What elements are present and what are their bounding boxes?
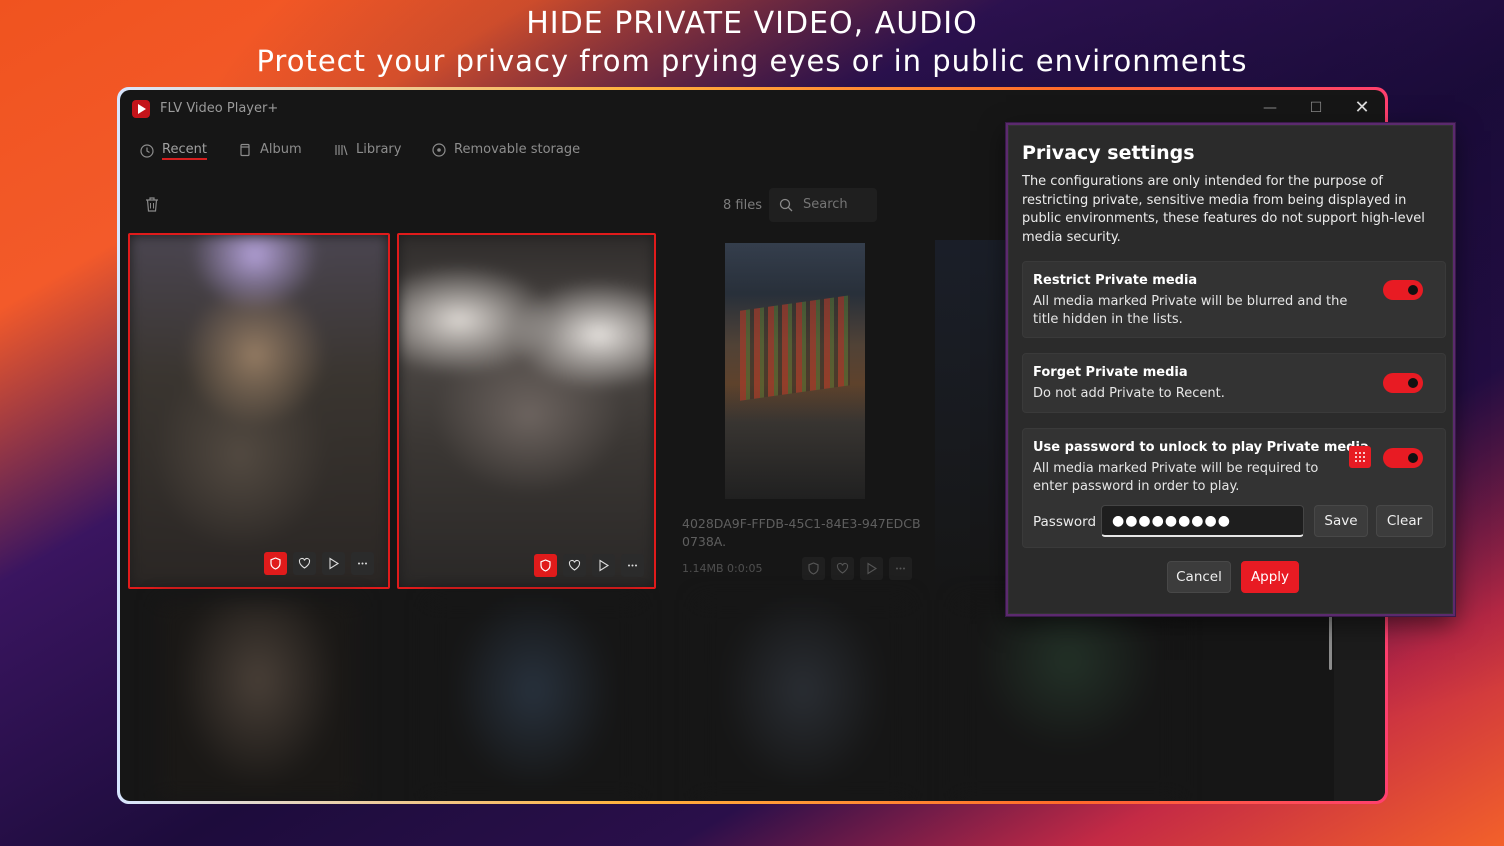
apply-button[interactable]: Apply [1241, 561, 1299, 593]
section-heading: Use password to unlock to play Private m… [1033, 440, 1369, 455]
media-size: 1.14MB [682, 562, 724, 575]
play-button[interactable] [322, 552, 345, 575]
favorite-button[interactable] [563, 554, 586, 577]
tab-recent-label: Recent [162, 142, 207, 160]
banner-title: HIDE PRIVATE VIDEO, AUDIO [526, 6, 978, 41]
search-icon [779, 198, 793, 212]
tab-removable-storage-label: Removable storage [454, 142, 581, 157]
play-button[interactable] [860, 557, 883, 580]
tab-album[interactable]: Album [238, 142, 302, 157]
password-label: Password [1033, 514, 1097, 530]
media-card-blurred[interactable] [698, 600, 908, 800]
private-shield-button[interactable] [802, 557, 825, 580]
more-button[interactable] [889, 557, 912, 580]
clear-button[interactable]: Clear [1376, 505, 1433, 537]
app-logo-icon [132, 100, 150, 118]
tab-library[interactable]: Library [334, 142, 401, 157]
password-section: Use password to unlock to play Private m… [1022, 428, 1446, 548]
media-card-blurred[interactable] [958, 600, 1178, 800]
app-title: FLV Video Player+ [160, 101, 279, 116]
media-title: 4028DA9F-FFDB-45C1-84E3-947EDCB0738A. [682, 516, 921, 549]
more-button[interactable] [351, 552, 374, 575]
privacy-settings-dialog: Privacy settings The configurations are … [1006, 123, 1455, 616]
tab-library-label: Library [356, 142, 402, 157]
section-heading: Restrict Private media [1033, 273, 1198, 288]
banner-subtitle: Protect your privacy from prying eyes or… [256, 44, 1248, 78]
search-input[interactable] [803, 197, 873, 212]
media-meta: 1.14MB 0:0:05 [682, 562, 762, 575]
save-button[interactable]: Save [1314, 505, 1368, 537]
section-description: Do not add Private to Recent. [1033, 386, 1225, 401]
dialog-title: Privacy settings [1022, 142, 1195, 164]
maximize-button[interactable]: ☐ [1293, 90, 1339, 126]
blurred-thumbnail [399, 235, 654, 587]
section-description: All media marked Private will be require… [1033, 461, 1319, 494]
clock-icon [140, 144, 154, 158]
forget-private-toggle[interactable] [1383, 373, 1423, 393]
cancel-button[interactable]: Cancel [1167, 561, 1231, 593]
password-field[interactable] [1101, 505, 1304, 537]
keypad-icon[interactable] [1349, 446, 1371, 468]
blurred-thumbnail [130, 235, 388, 587]
minimize-button[interactable]: — [1247, 90, 1293, 126]
media-duration: 0:0:05 [727, 562, 763, 575]
disc-icon [432, 142, 446, 157]
forget-private-section: Forget Private media Do not add Private … [1022, 353, 1446, 413]
tab-removable-storage[interactable]: Removable storage [432, 142, 580, 157]
search-box[interactable] [769, 188, 877, 222]
card-actions [802, 557, 912, 580]
library-icon [334, 143, 348, 157]
dialog-description: The configurations are only intended for… [1022, 174, 1425, 245]
section-description: All media marked Private will be blurred… [1033, 294, 1348, 327]
section-heading: Forget Private media [1033, 365, 1188, 380]
media-card-private[interactable] [128, 233, 390, 589]
card-actions [264, 552, 374, 575]
media-card[interactable]: 4028DA9F-FFDB-45C1-84E3-947EDCB0738A. 1.… [670, 233, 930, 593]
dialog-body: Privacy settings The configurations are … [1008, 125, 1453, 614]
media-card-dimmed[interactable] [935, 240, 1010, 595]
password-toggle[interactable] [1383, 448, 1423, 468]
media-card-private[interactable] [397, 233, 656, 589]
close-button[interactable]: ✕ [1339, 90, 1385, 126]
more-button[interactable] [621, 554, 644, 577]
restrict-private-section: Restrict Private media All media marked … [1022, 261, 1446, 338]
private-shield-button[interactable] [534, 554, 557, 577]
album-icon [238, 143, 252, 157]
card-actions [534, 554, 644, 577]
play-button[interactable] [592, 554, 615, 577]
private-shield-button[interactable] [264, 552, 287, 575]
tab-recent[interactable]: Recent [140, 142, 207, 160]
thumbnail-detail [740, 295, 850, 401]
media-card-blurred[interactable] [428, 600, 638, 800]
media-row-blurred [128, 600, 1328, 800]
files-count: 8 files [723, 198, 762, 213]
favorite-button[interactable] [293, 552, 316, 575]
tab-album-label: Album [260, 142, 302, 157]
favorite-button[interactable] [831, 557, 854, 580]
scrollbar-thumb[interactable] [1329, 610, 1332, 670]
restrict-private-toggle[interactable] [1383, 280, 1423, 300]
trash-icon[interactable] [144, 196, 160, 213]
media-card-blurred[interactable] [158, 600, 358, 800]
